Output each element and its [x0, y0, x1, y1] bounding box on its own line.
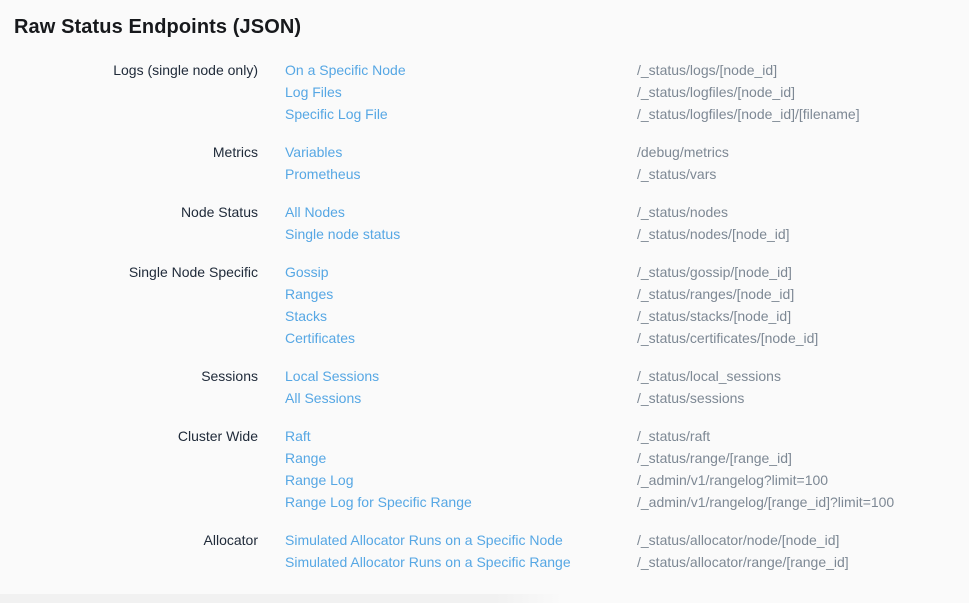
endpoint-path: /_status/ranges/[node_id] — [637, 283, 969, 305]
endpoint-link[interactable]: Certificates — [285, 327, 637, 349]
endpoint-link[interactable]: Gossip — [285, 261, 637, 283]
endpoint-link[interactable]: Raft — [285, 425, 637, 447]
endpoint-path: /_status/vars — [637, 163, 969, 185]
endpoint-paths-column: /_status/raft/_status/range/[range_id]/_… — [637, 425, 969, 513]
page-title: Raw Status Endpoints (JSON) — [14, 14, 969, 40]
endpoint-paths-column: /_status/gossip/[node_id]/_status/ranges… — [637, 261, 969, 349]
raw-status-endpoints-page: Raw Status Endpoints (JSON) Logs (single… — [0, 0, 969, 603]
endpoint-link[interactable]: Log Files — [285, 81, 637, 103]
endpoint-group: Single Node Specific GossipRangesStacksC… — [0, 261, 969, 349]
bottom-shade — [0, 594, 563, 603]
endpoint-path: /_status/certificates/[node_id] — [637, 327, 969, 349]
endpoint-path: /_status/local_sessions — [637, 365, 969, 387]
endpoint-paths-column: /_status/nodes/_status/nodes/[node_id] — [637, 201, 969, 245]
endpoint-link[interactable]: Ranges — [285, 283, 637, 305]
endpoint-path: /_status/logfiles/[node_id] — [637, 81, 969, 103]
endpoint-path: /_admin/v1/rangelog/[range_id]?limit=100 — [637, 491, 969, 513]
endpoint-path: /_admin/v1/rangelog?limit=100 — [637, 469, 969, 491]
endpoint-link[interactable]: Range Log — [285, 469, 637, 491]
endpoint-link[interactable]: Range Log for Specific Range — [285, 491, 637, 513]
endpoint-links-column: Local SessionsAll Sessions — [285, 365, 637, 409]
endpoint-link[interactable]: On a Specific Node — [285, 59, 637, 81]
endpoint-path: /debug/metrics — [637, 141, 969, 163]
endpoint-group: Logs (single node only) On a Specific No… — [0, 59, 969, 125]
endpoint-group: Node Status All NodesSingle node status … — [0, 201, 969, 245]
endpoint-path: /_status/raft — [637, 425, 969, 447]
endpoint-paths-column: /_status/allocator/node/[node_id]/_statu… — [637, 529, 969, 573]
endpoint-link[interactable]: All Sessions — [285, 387, 637, 409]
category-label: Allocator — [0, 529, 258, 551]
endpoint-group: Allocator Simulated Allocator Runs on a … — [0, 529, 969, 573]
endpoint-link[interactable]: Stacks — [285, 305, 637, 327]
endpoint-paths-column: /_status/local_sessions/_status/sessions — [637, 365, 969, 409]
category-label: Metrics — [0, 141, 258, 163]
endpoint-group: Cluster Wide RaftRangeRange LogRange Log… — [0, 425, 969, 513]
endpoint-link[interactable]: Prometheus — [285, 163, 637, 185]
endpoint-link[interactable]: Range — [285, 447, 637, 469]
endpoint-link[interactable]: Simulated Allocator Runs on a Specific N… — [285, 529, 637, 551]
endpoint-group: Sessions Local SessionsAll Sessions /_st… — [0, 365, 969, 409]
endpoint-link[interactable]: Simulated Allocator Runs on a Specific R… — [285, 551, 637, 573]
category-label: Cluster Wide — [0, 425, 258, 447]
endpoint-path: /_status/allocator/node/[node_id] — [637, 529, 969, 551]
endpoint-links-column: Simulated Allocator Runs on a Specific N… — [285, 529, 637, 573]
endpoint-link[interactable]: Single node status — [285, 223, 637, 245]
endpoint-groups: Logs (single node only) On a Specific No… — [0, 59, 969, 573]
category-label: Sessions — [0, 365, 258, 387]
endpoint-path: /_status/logs/[node_id] — [637, 59, 969, 81]
endpoint-link[interactable]: Variables — [285, 141, 637, 163]
endpoint-link[interactable]: All Nodes — [285, 201, 637, 223]
category-label: Logs (single node only) — [0, 59, 258, 81]
endpoint-path: /_status/nodes — [637, 201, 969, 223]
endpoint-paths-column: /debug/metrics/_status/vars — [637, 141, 969, 185]
endpoint-path: /_status/sessions — [637, 387, 969, 409]
endpoint-paths-column: /_status/logs/[node_id]/_status/logfiles… — [637, 59, 969, 125]
endpoint-group: Metrics VariablesPrometheus /debug/metri… — [0, 141, 969, 185]
endpoint-links-column: GossipRangesStacksCertificates — [285, 261, 637, 349]
endpoint-path: /_status/allocator/range/[range_id] — [637, 551, 969, 573]
endpoint-path: /_status/logfiles/[node_id]/[filename] — [637, 103, 969, 125]
endpoint-link[interactable]: Local Sessions — [285, 365, 637, 387]
endpoint-path: /_status/stacks/[node_id] — [637, 305, 969, 327]
endpoint-links-column: On a Specific NodeLog FilesSpecific Log … — [285, 59, 637, 125]
category-label: Single Node Specific — [0, 261, 258, 283]
endpoint-links-column: RaftRangeRange LogRange Log for Specific… — [285, 425, 637, 513]
endpoint-path: /_status/range/[range_id] — [637, 447, 969, 469]
endpoint-links-column: All NodesSingle node status — [285, 201, 637, 245]
endpoint-link[interactable]: Specific Log File — [285, 103, 637, 125]
endpoint-path: /_status/gossip/[node_id] — [637, 261, 969, 283]
endpoint-path: /_status/nodes/[node_id] — [637, 223, 969, 245]
endpoint-links-column: VariablesPrometheus — [285, 141, 637, 185]
category-label: Node Status — [0, 201, 258, 223]
